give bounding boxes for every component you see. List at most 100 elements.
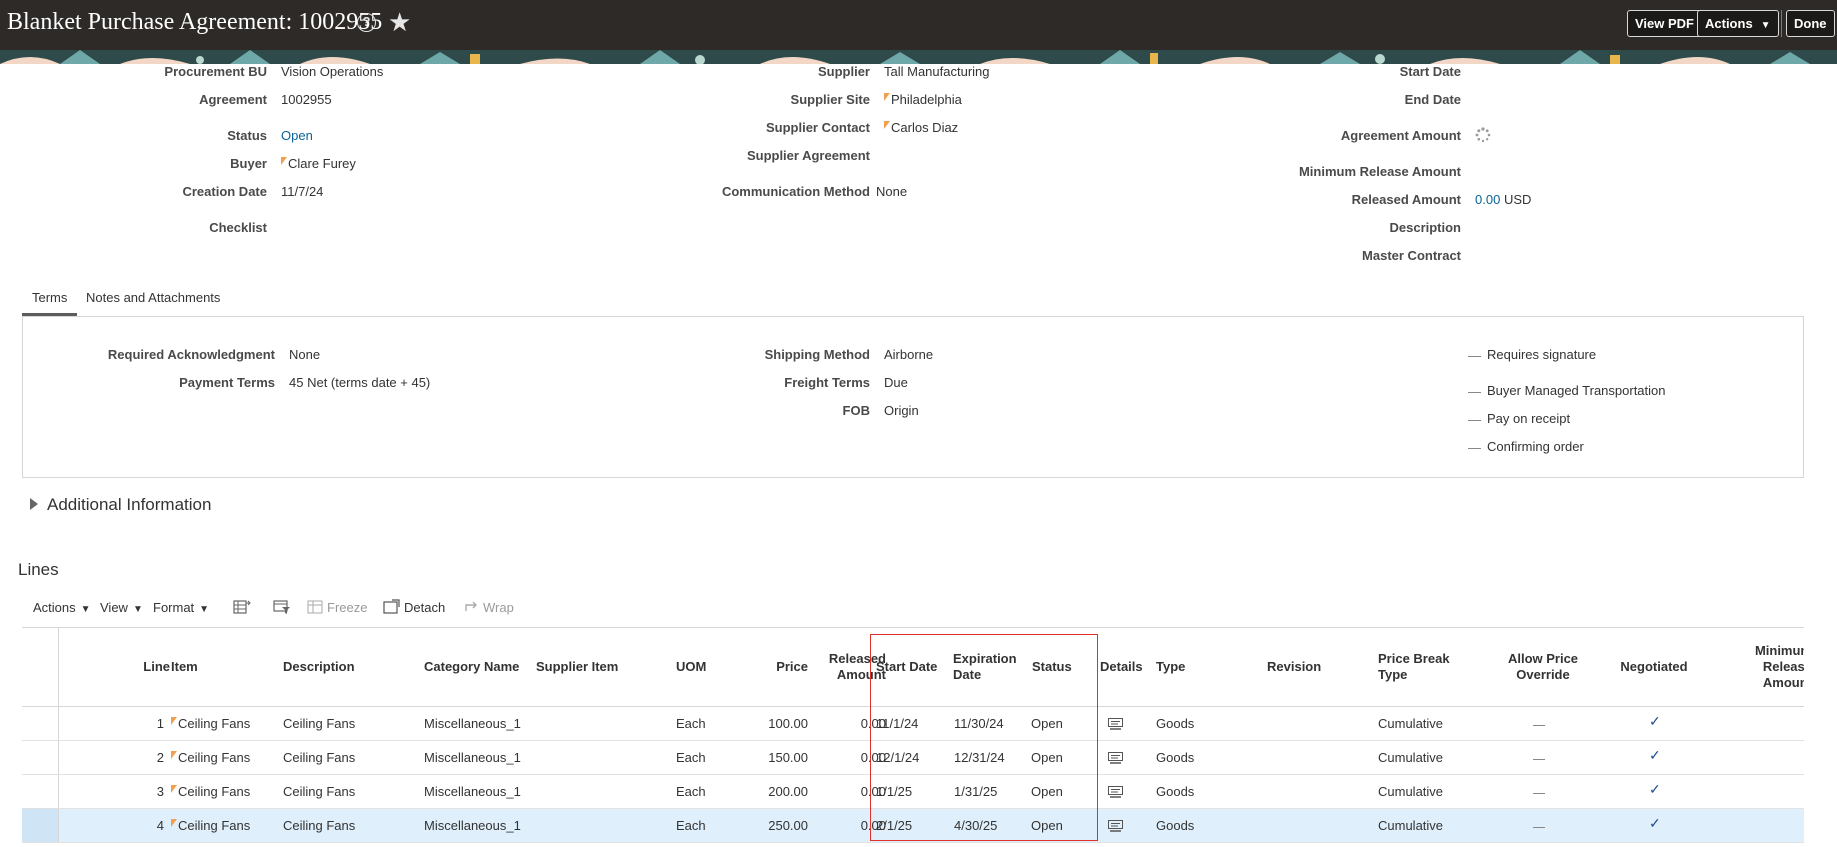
buyer-value: Clare Furey — [281, 156, 356, 171]
row-header-cell[interactable] — [22, 741, 59, 774]
supplier-contact-value: Carlos Diaz — [884, 120, 958, 135]
line-number: 2 — [156, 750, 164, 765]
lines-format-menu[interactable]: Format ▼ — [153, 600, 209, 615]
released-amount-link[interactable]: 0.00 — [802, 784, 886, 799]
column-header-expiration-date[interactable]: Expiration Date — [953, 651, 1017, 683]
released-amount-link[interactable]: 0.00 — [1475, 192, 1500, 207]
row-header-cell[interactable] — [22, 775, 59, 808]
line-number: 3 — [156, 784, 164, 799]
price-link[interactable]: 250.00 — [738, 818, 808, 833]
column-header-uom[interactable]: UOM — [676, 659, 706, 675]
wrap-button[interactable]: Wrap — [483, 600, 514, 615]
allow-price-header-line1: Allow Price — [1507, 651, 1579, 666]
expand-triangle-icon[interactable] — [30, 498, 38, 510]
description-link[interactable]: Ceiling Fans — [283, 750, 355, 765]
status-cell: Open — [1031, 750, 1063, 765]
actions-menu-button[interactable]: Actions ▼ — [1697, 10, 1779, 37]
released-amount-link[interactable]: 0.00 — [802, 818, 886, 833]
column-header-supplier-item[interactable]: Supplier Item — [536, 659, 618, 675]
detach-button[interactable]: Detach — [404, 600, 445, 615]
column-header-status[interactable]: Status — [1032, 659, 1072, 675]
column-header-item[interactable]: Item — [171, 659, 198, 675]
released-amount-label: Released Amount — [1351, 192, 1461, 207]
row-header-cell[interactable] — [22, 809, 59, 842]
description-link[interactable]: Ceiling Fans — [283, 716, 355, 731]
lines-section-title: Lines — [18, 560, 59, 579]
column-header-line[interactable]: Line — [130, 659, 170, 675]
column-header-minimum-release-amount[interactable]: MinimumReleaseAmount — [1722, 643, 1804, 691]
lines-view-menu[interactable]: View ▼ — [100, 600, 143, 615]
description-link[interactable]: Ceiling Fans — [283, 818, 355, 833]
query-by-example-icon[interactable] — [273, 599, 291, 615]
loading-spinner-icon — [1475, 127, 1491, 143]
column-header-allow-price-override[interactable]: Allow Price Override — [1488, 651, 1598, 683]
negotiated-check-icon: ✓ — [1649, 815, 1661, 831]
price-link[interactable]: 100.00 — [738, 716, 808, 731]
lines-actions-menu[interactable]: Actions ▼ — [33, 600, 91, 615]
category-cell: Miscellaneous_1 — [424, 750, 521, 765]
item-cell: Ceiling Fans — [171, 818, 250, 833]
chevron-down-icon: ▼ — [80, 604, 91, 615]
unchecked-dash-icon — [1468, 448, 1481, 449]
supplier-agreement-label: Supplier Agreement — [746, 148, 870, 163]
column-header-released-amount[interactable]: Released Amount — [802, 651, 886, 683]
released-amount-link[interactable]: 0.00 — [802, 750, 886, 765]
column-header-description[interactable]: Description — [283, 659, 355, 675]
column-header-negotiated[interactable]: Negotiated — [1599, 659, 1709, 675]
favorite-star-icon[interactable]: ★ — [388, 8, 411, 36]
tab-terms[interactable]: Terms — [32, 290, 67, 305]
buyer-name: Clare Furey — [288, 156, 356, 171]
min-release-header-line1: Minimum — [1754, 643, 1804, 658]
fob-label: FOB — [842, 403, 870, 418]
column-header-start-date[interactable]: Start Date — [876, 659, 937, 675]
additional-information-header[interactable]: Additional Information — [47, 495, 211, 515]
price-link[interactable]: 200.00 — [738, 784, 808, 799]
flag-icon — [884, 121, 890, 129]
shipping-method-label: Shipping Method — [764, 347, 870, 362]
tab-notes-and-attachments[interactable]: Notes and Attachments — [86, 290, 220, 305]
price-link[interactable]: 150.00 — [738, 750, 808, 765]
table-row-selected[interactable]: 4 Ceiling Fans Ceiling Fans Miscellaneou… — [22, 809, 1804, 843]
done-button[interactable]: Done — [1786, 10, 1835, 37]
item-name: Ceiling Fans — [178, 716, 251, 731]
details-icon[interactable] — [1108, 718, 1123, 731]
supplier-site-name: Philadelphia — [891, 92, 962, 107]
column-header-details[interactable]: Details — [1100, 659, 1143, 675]
start-date-label: Start Date — [1399, 64, 1461, 79]
view-pdf-button[interactable]: View PDF — [1627, 10, 1703, 37]
column-header-type[interactable]: Type — [1156, 659, 1185, 675]
details-icon[interactable] — [1108, 786, 1123, 799]
checklist-label: Checklist — [209, 220, 267, 235]
chevron-down-icon: ▼ — [199, 604, 210, 615]
table-row[interactable]: 3 Ceiling Fans Ceiling Fans Miscellaneou… — [22, 775, 1804, 809]
details-icon[interactable] — [1108, 820, 1123, 833]
column-header-revision[interactable]: Revision — [1267, 659, 1321, 675]
row-header-cell[interactable] — [22, 707, 59, 740]
expiration-header-line2: Date — [953, 667, 982, 682]
lines-table: Line Item Description Category Name Supp… — [22, 627, 1804, 847]
detach-icon — [383, 599, 400, 614]
freeze-button[interactable]: Freeze — [327, 600, 367, 615]
type-cell: Goods — [1156, 716, 1195, 731]
export-to-excel-icon[interactable] — [233, 599, 251, 615]
allow-price-override-unchecked-icon — [1533, 759, 1545, 760]
status-link[interactable]: Open — [281, 128, 313, 143]
description-label: Description — [1389, 220, 1461, 235]
negotiated-check-icon: ✓ — [1649, 713, 1661, 729]
released-amount-link[interactable]: 0.00 — [802, 716, 886, 731]
column-header-category-name[interactable]: Category Name — [424, 659, 519, 675]
help-icon[interactable]: ? — [357, 13, 376, 32]
description-link[interactable]: Ceiling Fans — [283, 784, 355, 799]
price-break-type-cell: Cumulative — [1378, 750, 1444, 765]
allow-price-override-unchecked-icon — [1533, 793, 1545, 794]
required-acknowledgment-value: None — [289, 347, 321, 362]
column-header-price-break-type[interactable]: Price Break Type — [1378, 651, 1450, 683]
table-row[interactable]: 2 Ceiling Fans Ceiling Fans Miscellaneou… — [22, 741, 1804, 775]
start-date-cell: 2/1/25 — [876, 818, 913, 833]
page-title: Blanket Purchase Agreement: 1002955 — [7, 9, 383, 35]
supplier-contact-label: Supplier Contact — [765, 120, 870, 135]
column-header-price[interactable]: Price — [738, 659, 808, 675]
table-row[interactable]: 1 Ceiling Fans Ceiling Fans Miscellaneou… — [22, 707, 1804, 741]
details-icon[interactable] — [1108, 752, 1123, 765]
price-break-type-cell: Cumulative — [1378, 784, 1444, 799]
